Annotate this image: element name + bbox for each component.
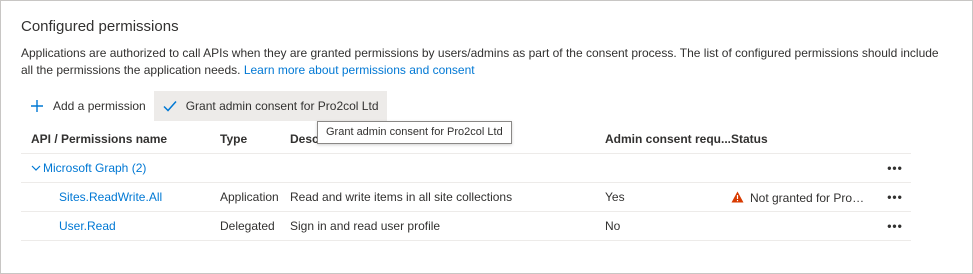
group-label: Microsoft Graph (2) — [43, 161, 147, 175]
checkmark-icon — [162, 98, 178, 114]
grant-consent-tooltip: Grant admin consent for Pro2col Ltd — [317, 121, 512, 144]
header-status[interactable]: Status — [731, 125, 881, 153]
microsoft-graph-group-toggle[interactable]: Microsoft Graph (2) — [31, 154, 211, 182]
description-text: Applications are authorized to call APIs… — [21, 46, 939, 77]
configured-permissions-panel: Configured permissions Applications are … — [0, 0, 973, 274]
more-options-icon[interactable]: ••• — [883, 212, 907, 240]
learn-more-link[interactable]: Learn more about permissions and consent — [244, 63, 475, 77]
admin-consent-required: No — [605, 219, 621, 233]
warning-icon — [731, 191, 744, 203]
api-group-row: Microsoft Graph (2) ••• — [21, 154, 911, 183]
admin-consent-required: Yes — [605, 190, 625, 204]
table-row: User.Read Delegated Sign in and read use… — [21, 212, 911, 241]
add-permission-label: Add a permission — [53, 99, 146, 113]
more-options-icon[interactable]: ••• — [883, 183, 907, 211]
permission-type: Application — [220, 190, 279, 204]
add-permission-button[interactable]: Add a permission — [21, 91, 154, 121]
grant-admin-consent-button[interactable]: Grant admin consent for Pro2col Ltd — [153, 91, 387, 121]
permission-type: Delegated — [220, 219, 275, 233]
header-admin-consent-required[interactable]: Admin consent requ... — [605, 125, 730, 153]
permission-name-link[interactable]: Sites.ReadWrite.All — [59, 183, 239, 211]
status-cell — [731, 212, 881, 240]
permission-description: Read and write items in all site collect… — [290, 190, 513, 204]
header-type[interactable]: Type — [220, 125, 290, 153]
permission-description: Sign in and read user profile — [290, 219, 441, 233]
grant-admin-consent-label: Grant admin consent for Pro2col Ltd — [185, 99, 379, 113]
status-cell: Not granted for Pro2col... — [731, 183, 881, 211]
toolbar: Add a permission Grant admin consent for… — [21, 91, 387, 121]
section-title: Configured permissions — [21, 18, 179, 35]
permission-name-link[interactable]: User.Read — [59, 212, 239, 240]
section-description: Applications are authorized to call APIs… — [21, 45, 941, 79]
status-text: Not granted for Pro2col... — [750, 190, 868, 205]
table-row: Sites.ReadWrite.All Application Read and… — [21, 183, 911, 212]
header-api-permissions-name[interactable]: API / Permissions name — [31, 125, 211, 153]
more-options-icon[interactable]: ••• — [883, 154, 907, 182]
plus-icon — [29, 98, 45, 114]
chevron-down-icon — [31, 154, 41, 182]
